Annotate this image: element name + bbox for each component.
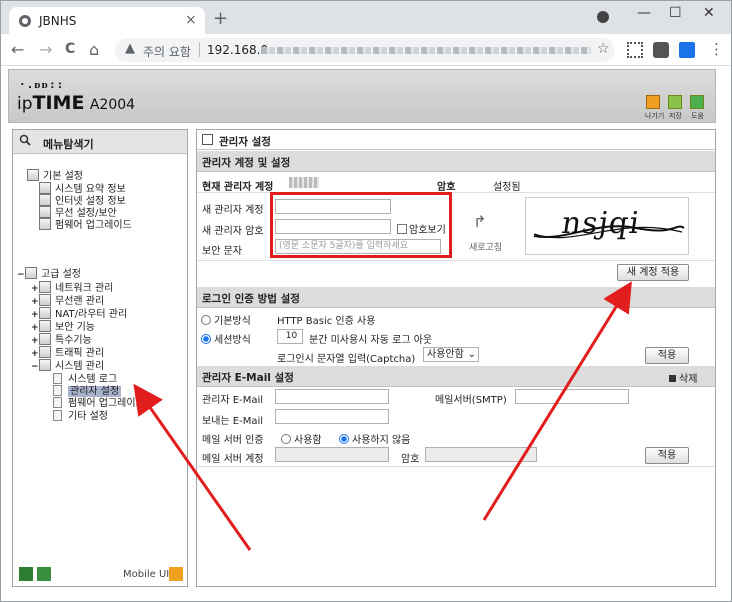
arrow-to-admin-settings [133, 383, 252, 551]
arrow-to-apply-button [482, 281, 632, 521]
annotation-arrows [133, 281, 632, 551]
